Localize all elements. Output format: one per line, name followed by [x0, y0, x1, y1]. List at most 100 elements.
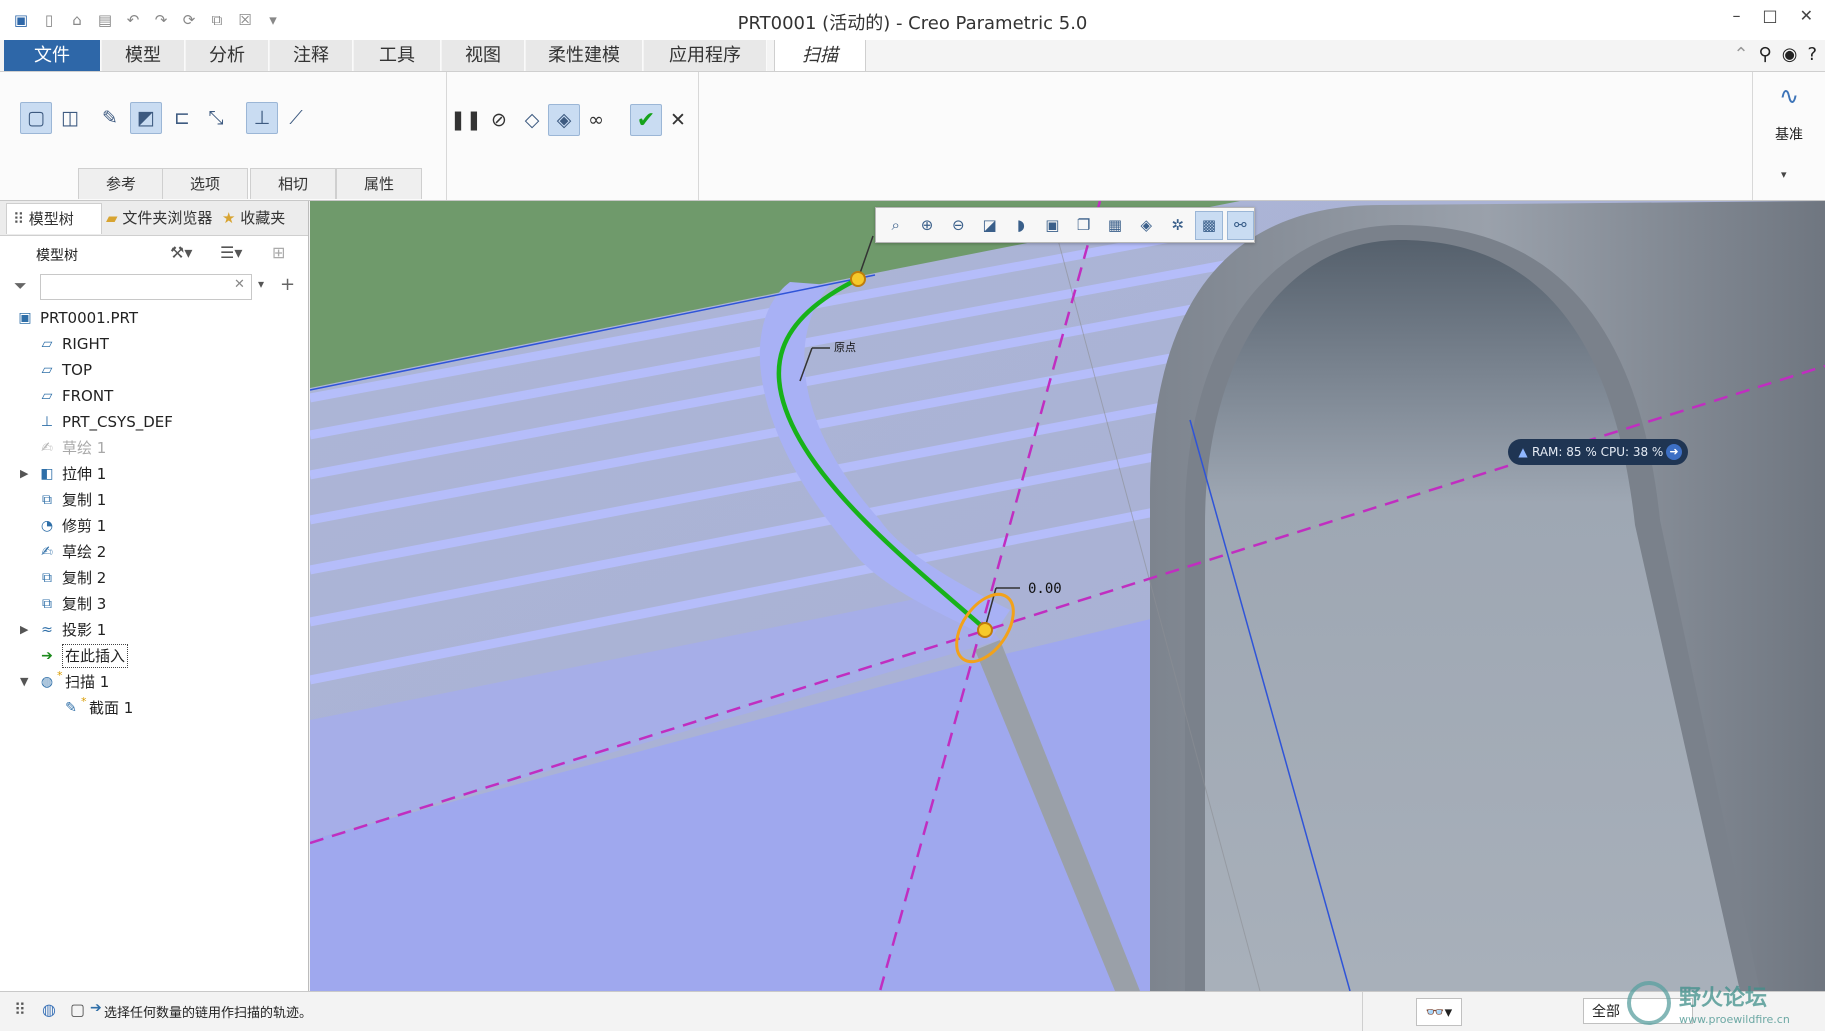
tab-favorites[interactable]: ★ 收藏夹: [216, 203, 310, 233]
verify-icon[interactable]: ∞: [580, 104, 612, 136]
pause-icon[interactable]: ❚❚: [450, 104, 482, 136]
thicken-icon[interactable]: ⊏: [166, 102, 198, 134]
tree-item[interactable]: ✍ 草绘 2: [0, 539, 308, 565]
model-scene[interactable]: 原点 0.00: [310, 201, 1825, 991]
expand-arrow-icon[interactable]: ➜: [1666, 444, 1682, 460]
subtab-options[interactable]: 选项: [162, 168, 248, 199]
customize-icon[interactable]: ▾: [262, 8, 284, 32]
variable-section-icon[interactable]: ⟋: [280, 102, 312, 134]
datum-display-icon[interactable]: ◈: [1133, 211, 1160, 240]
tab-annotate[interactable]: 注释: [270, 40, 353, 71]
close-window-icon[interactable]: ☒: [234, 8, 256, 32]
tree-search-input[interactable]: [40, 274, 252, 300]
clear-search-icon[interactable]: ✕: [234, 277, 245, 292]
tab-model[interactable]: 模型: [102, 40, 185, 71]
search-dropdown-icon[interactable]: ▾: [258, 277, 264, 291]
maximize-button[interactable]: □: [1762, 6, 1777, 25]
add-filter-icon[interactable]: +: [280, 274, 295, 295]
app-logo-icon[interactable]: ▣: [10, 8, 32, 32]
browser-icon[interactable]: ◍: [42, 1000, 56, 1019]
tree-item[interactable]: ⊥ PRT_CSYS_DEF: [0, 409, 308, 435]
expand-icon[interactable]: ▶: [20, 461, 32, 487]
tab-view[interactable]: 视图: [442, 40, 525, 71]
constant-section-icon[interactable]: ⊥: [246, 102, 278, 134]
verify-mode-icon[interactable]: ◈: [548, 104, 580, 136]
datum-icon[interactable]: ∿: [1773, 80, 1805, 112]
filter-funnel-icon[interactable]: ⏷: [14, 276, 27, 296]
settings-tools-icon[interactable]: ⚒▾: [170, 243, 192, 262]
full-screen-icon[interactable]: ▢: [70, 1000, 85, 1019]
subtab-tangency[interactable]: 相切: [250, 168, 336, 199]
community-icon[interactable]: ◉: [1782, 44, 1798, 65]
cancel-x-icon[interactable]: ✕: [662, 104, 694, 136]
zoom-out-icon[interactable]: ⊖: [945, 211, 972, 240]
tab-flexible-modeling[interactable]: 柔性建模: [526, 40, 643, 71]
tree-item[interactable]: ➔ 在此插入: [0, 643, 308, 669]
dimension-value[interactable]: 0.00: [1028, 581, 1062, 597]
subtab-references[interactable]: 参考: [78, 168, 164, 199]
save-icon[interactable]: ▤: [94, 8, 116, 32]
create-section-icon[interactable]: ✎: [94, 102, 126, 134]
display-style-icon[interactable]: ◗: [1007, 211, 1034, 240]
open-icon[interactable]: ⌂: [66, 8, 88, 32]
sketch-view-icon[interactable]: ⚯: [1226, 210, 1254, 240]
surface-icon[interactable]: ◫: [54, 102, 86, 134]
repaint-icon[interactable]: ◪: [976, 211, 1003, 240]
expand-icon[interactable]: ▶: [20, 617, 32, 643]
tree-item[interactable]: ▶ ◧ 拉伸 1: [0, 461, 308, 487]
help-icon[interactable]: ?: [1807, 44, 1817, 65]
annotation-display-icon[interactable]: ✲: [1164, 211, 1191, 240]
tree-item[interactable]: ⧉ 复制 1: [0, 487, 308, 513]
tab-applications[interactable]: 应用程序: [644, 40, 767, 71]
undo-icon[interactable]: ↶: [122, 8, 144, 32]
refit-icon[interactable]: ⌕: [882, 211, 909, 240]
regenerate-icon[interactable]: ⟳: [178, 8, 200, 32]
tree-item[interactable]: ▱ FRONT: [0, 383, 308, 409]
tree-item[interactable]: ◔ 修剪 1: [0, 513, 308, 539]
tree-item[interactable]: ▼ ◍ * 扫描 1: [0, 669, 308, 695]
datum-dropdown-icon[interactable]: ▾: [1781, 168, 1787, 181]
tab-sweep[interactable]: 扫描: [774, 40, 866, 71]
ok-checkmark-icon[interactable]: ✔: [630, 104, 662, 136]
tree-filter-icon[interactable]: ⊞: [272, 243, 285, 262]
tab-folder-browser[interactable]: ▰ 文件夹浏览器: [100, 203, 216, 233]
performance-monitor[interactable]: ▲ RAM: 85 % CPU: 38 % ➜: [1508, 439, 1688, 465]
tree-item[interactable]: ✍ 草绘 1: [0, 435, 308, 461]
tree-item[interactable]: ▱ TOP: [0, 357, 308, 383]
minimize-button[interactable]: –: [1732, 6, 1740, 25]
tree-item[interactable]: ▱ RIGHT: [0, 331, 308, 357]
subtab-properties[interactable]: 属性: [336, 168, 422, 199]
show-options-icon[interactable]: ☰▾: [220, 243, 242, 262]
minimize-ribbon-icon[interactable]: ⌃: [1733, 44, 1748, 65]
tab-model-tree[interactable]: ⠿ 模型树: [6, 203, 102, 234]
solid-icon[interactable]: ▢: [20, 102, 52, 134]
zoom-in-icon[interactable]: ⊕: [913, 211, 940, 240]
start-point-handle[interactable]: [850, 271, 866, 287]
tree-item[interactable]: ⧉ 复制 2: [0, 565, 308, 591]
preview-icon[interactable]: ◇: [516, 104, 548, 136]
tree-item[interactable]: ▶ ≈ 投影 1: [0, 617, 308, 643]
tree-item[interactable]: ✎ * 截面 1: [0, 695, 308, 721]
saved-orientations-icon[interactable]: ▣: [1039, 211, 1066, 240]
close-button[interactable]: ✕: [1800, 6, 1813, 25]
redo-icon[interactable]: ↷: [150, 8, 172, 32]
tab-analysis[interactable]: 分析: [186, 40, 269, 71]
view-manager-icon[interactable]: ❐: [1070, 211, 1097, 240]
show-navigator-icon[interactable]: ⠿: [14, 1000, 26, 1019]
tree-item[interactable]: ▣ PRT0001.PRT: [0, 305, 308, 331]
flip-direction-icon[interactable]: ⤡: [200, 102, 232, 134]
perspective-icon[interactable]: ▦: [1101, 211, 1128, 240]
tab-tools[interactable]: 工具: [354, 40, 441, 71]
graphics-viewport[interactable]: 原点 0.00: [310, 201, 1825, 991]
no-preview-icon[interactable]: ⊘: [483, 104, 515, 136]
spin-center-icon[interactable]: ▩: [1195, 210, 1223, 240]
binoculars-icon[interactable]: 👓▾: [1416, 998, 1462, 1026]
tree-item[interactable]: ⧉ 复制 3: [0, 591, 308, 617]
search-icon[interactable]: ⚲: [1759, 44, 1772, 65]
new-icon[interactable]: ▯: [38, 8, 60, 32]
end-point-handle[interactable]: [977, 622, 993, 638]
remove-material-icon[interactable]: ◩: [130, 102, 162, 134]
tab-file[interactable]: 文件: [4, 40, 101, 71]
windows-icon[interactable]: ⧉: [206, 8, 228, 32]
collapse-icon[interactable]: ▼: [20, 669, 32, 695]
